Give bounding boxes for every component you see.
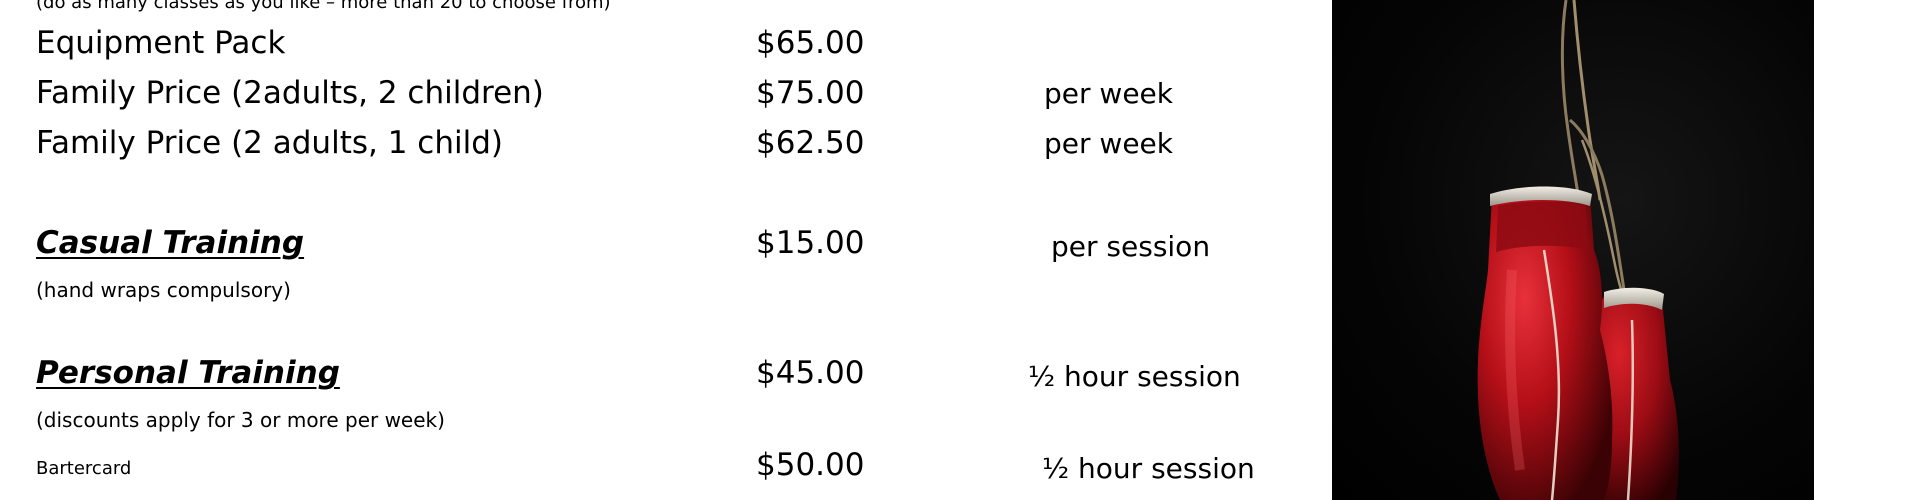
boxing-gloves-illustration — [1477, 0, 1679, 500]
equipment-pack-price: $65.00 — [756, 25, 865, 61]
family-price-1-child-label: Family Price (2 adults, 1 child) — [36, 125, 503, 161]
boxing-gloves-photo — [1332, 0, 1814, 500]
front-glove — [1477, 186, 1613, 500]
personal-training-heading: Personal Training — [36, 355, 340, 391]
casual-training-note: (hand wraps compulsory) — [36, 278, 291, 302]
price-list-page: (do as many classes as you like – more t… — [0, 0, 1920, 500]
family-price-1-child-price: $62.50 — [756, 125, 865, 161]
equipment-pack-label: Equipment Pack — [36, 25, 286, 61]
bartercard-price: $50.00 — [756, 447, 865, 483]
family-price-1-child-unit: per week — [1044, 127, 1173, 160]
family-price-2-children-label: Family Price (2adults, 2 children) — [36, 75, 544, 111]
casual-training-price: $15.00 — [756, 225, 865, 261]
personal-training-unit: ½ hour session — [1028, 360, 1241, 393]
bartercard-label: Bartercard — [36, 458, 132, 479]
classes-note: (do as many classes as you like – more t… — [36, 0, 611, 13]
personal-training-price: $45.00 — [756, 355, 865, 391]
personal-training-note: (discounts apply for 3 or more per week) — [36, 408, 445, 432]
casual-training-heading: Casual Training — [36, 225, 305, 261]
family-price-2-children-price: $75.00 — [756, 75, 865, 111]
casual-training-unit: per session — [1051, 230, 1211, 263]
family-price-2-children-unit: per week — [1044, 77, 1173, 110]
bartercard-unit: ½ hour session — [1042, 452, 1255, 485]
